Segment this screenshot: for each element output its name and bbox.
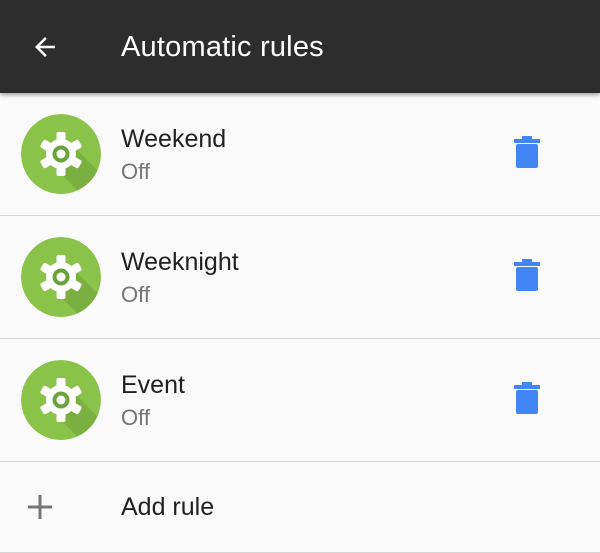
add-rule-row[interactable]: Add rule	[0, 462, 600, 553]
rules-list: Weekend Off Weeknight Off Event Off Add …	[0, 93, 600, 553]
back-button[interactable]	[20, 22, 70, 72]
rule-status: Off	[121, 282, 150, 307]
gear-icon	[21, 114, 101, 194]
rule-status: Off	[121, 159, 150, 184]
rule-name: Weekend	[121, 125, 227, 153]
gear-icon	[21, 237, 101, 317]
delete-rule-button[interactable]	[506, 254, 548, 296]
delete-rule-button[interactable]	[506, 131, 548, 173]
app-toolbar: Automatic rules	[0, 0, 600, 93]
rule-row-weeknight[interactable]: Weeknight Off	[0, 216, 600, 339]
delete-rule-button[interactable]	[506, 377, 548, 419]
trash-icon	[514, 259, 540, 291]
plus-icon	[28, 495, 52, 519]
rule-name: Weeknight	[121, 248, 239, 276]
page-title: Automatic rules	[121, 31, 324, 63]
arrow-back-icon	[35, 37, 55, 57]
add-rule-label: Add rule	[121, 493, 215, 521]
rule-name: Event	[121, 371, 185, 399]
trash-icon	[514, 136, 540, 168]
rule-row-weekend[interactable]: Weekend Off	[0, 93, 600, 216]
rule-status: Off	[121, 405, 150, 430]
gear-icon	[21, 360, 101, 440]
rule-row-event[interactable]: Event Off	[0, 339, 600, 462]
trash-icon	[514, 382, 540, 414]
